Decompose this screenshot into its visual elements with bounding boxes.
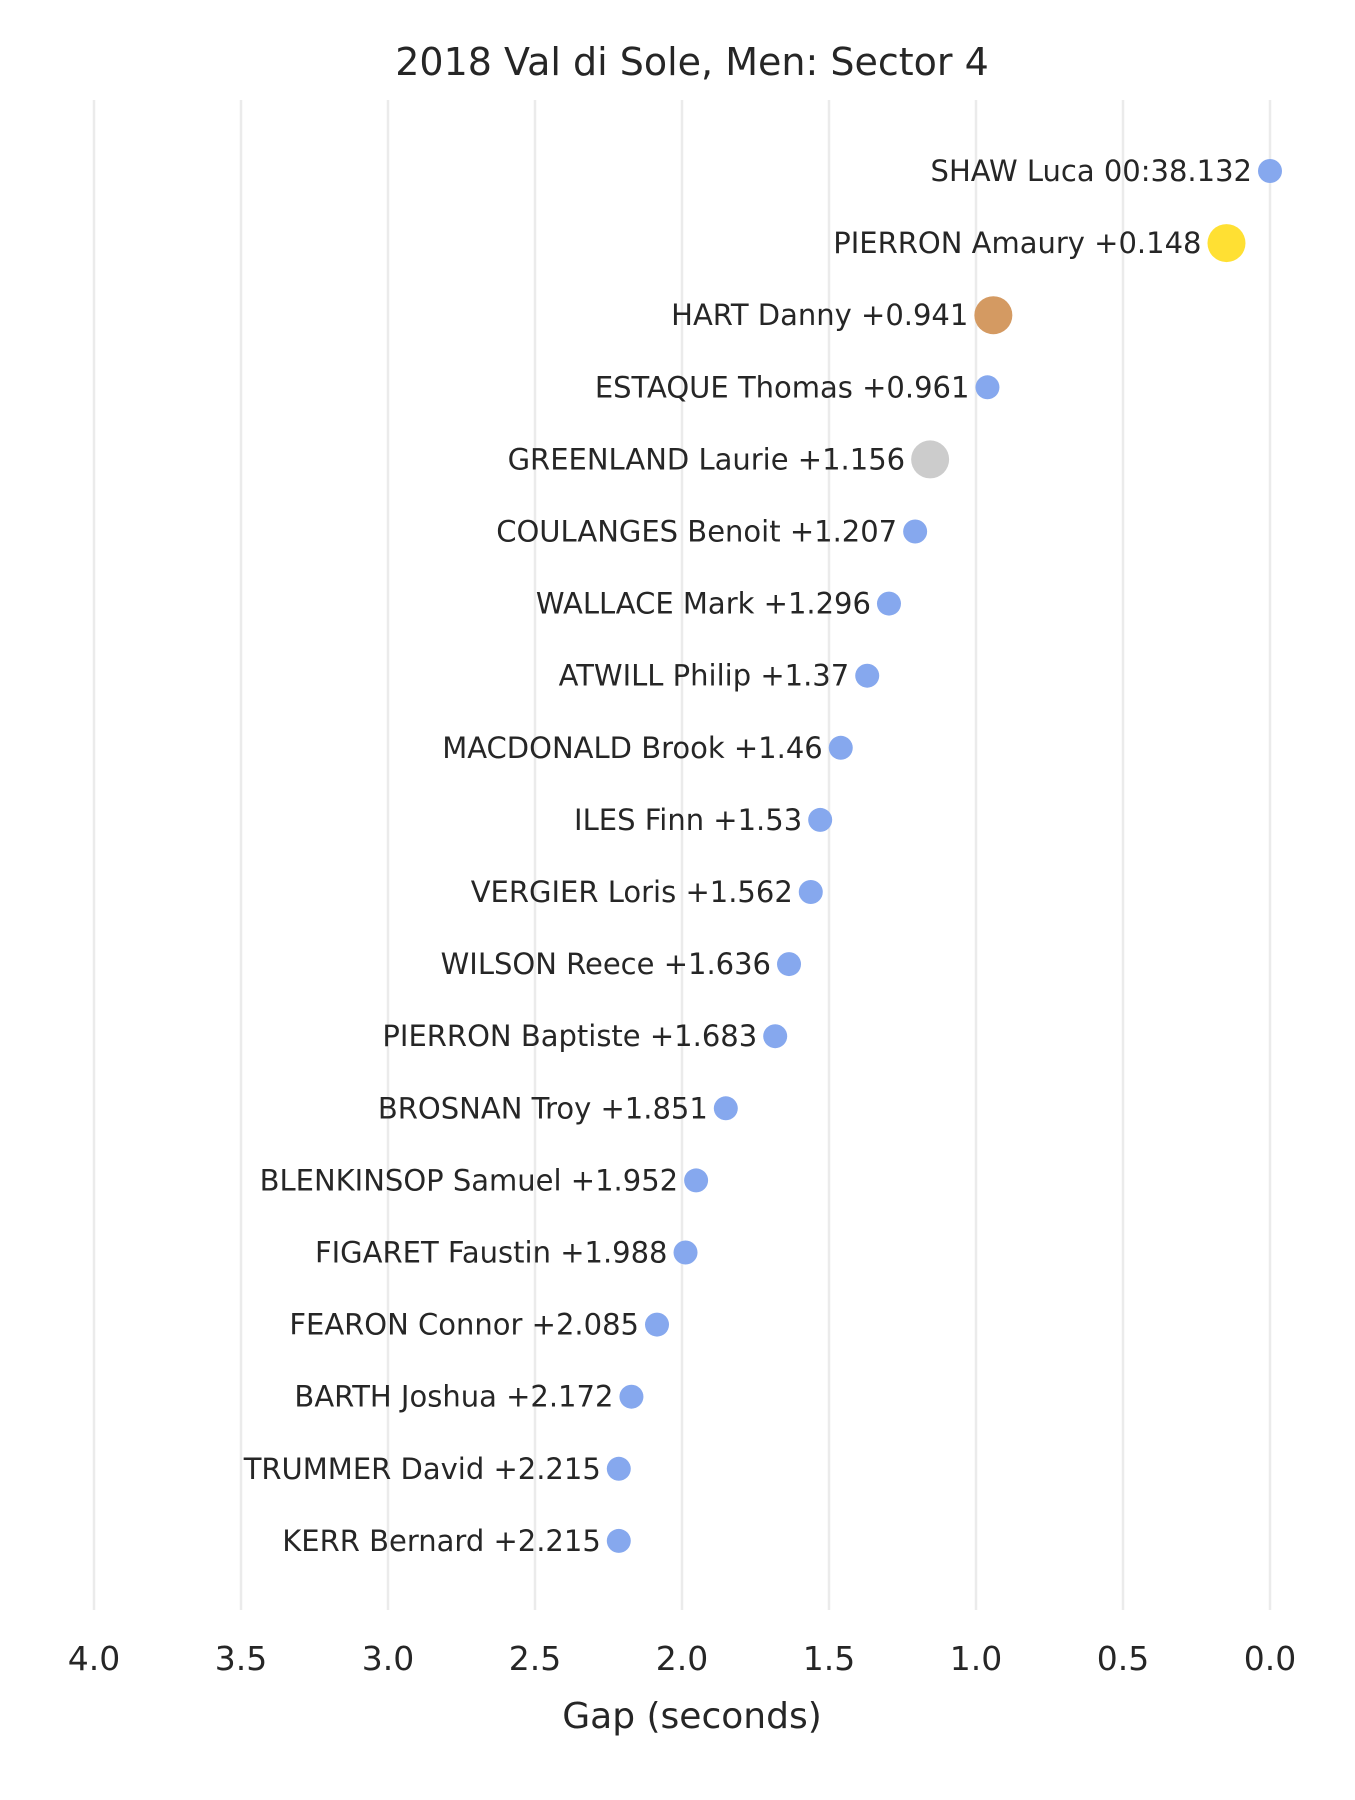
- data-label: VERGIER Loris +1.562: [471, 875, 793, 909]
- x-axis-label: Gap (seconds): [562, 1696, 822, 1737]
- chart-title: 2018 Val di Sole, Men: Sector 4: [395, 40, 989, 84]
- data-point: [619, 1384, 644, 1409]
- x-tick-labels: 4.0 3.5 3.0 2.5 2.0 1.5 1.0 0.5 0.0: [68, 1639, 1296, 1678]
- x-tick-label: 4.0: [68, 1639, 120, 1678]
- medal-point: [911, 440, 950, 479]
- x-tick-label: 2.0: [656, 1639, 708, 1678]
- x-tick-label: 0.0: [1244, 1639, 1296, 1678]
- data-label: BLENKINSOP Samuel +1.952: [260, 1163, 679, 1197]
- data-point: [975, 375, 1000, 400]
- data-label: ILES Finn +1.53: [574, 803, 802, 837]
- data-label: WALLACE Mark +1.296: [536, 587, 871, 621]
- x-tick-label: 2.5: [509, 1639, 561, 1678]
- data-label: KERR Bernard +2.215: [282, 1524, 601, 1558]
- medal-point: [1207, 224, 1246, 263]
- data-label: BROSNAN Troy +1.851: [378, 1091, 708, 1125]
- data-label: COULANGES Benoit +1.207: [496, 515, 897, 549]
- data-label: PIERRON Amaury +0.148: [833, 226, 1201, 260]
- data-point: [777, 952, 802, 977]
- data-point: [876, 591, 901, 616]
- data-label: TRUMMER David +2.215: [243, 1452, 601, 1486]
- data-point: [763, 1024, 788, 1049]
- data-label: WILSON Reece +1.636: [441, 947, 771, 981]
- data-label: GREENLAND Laurie +1.156: [508, 442, 906, 476]
- data-point: [673, 1240, 698, 1265]
- data-label: ATWILL Philip +1.37: [559, 659, 850, 693]
- data-point: [855, 663, 880, 688]
- data-point: [1258, 159, 1282, 183]
- data-point: [828, 735, 853, 760]
- data-label: FEARON Connor +2.085: [289, 1308, 639, 1342]
- x-tick-label: 1.5: [803, 1639, 855, 1678]
- data-points: SHAW Luca 00:38.132 PIERRON Amaury +0.148…: [243, 154, 1282, 1558]
- data-label: HART Danny +0.941: [671, 298, 968, 332]
- data-point: [903, 519, 928, 544]
- data-label: FIGARET Faustin +1.988: [315, 1236, 668, 1270]
- data-point: [713, 1096, 738, 1121]
- x-tick-label: 3.5: [215, 1639, 267, 1678]
- data-point: [645, 1312, 670, 1337]
- data-point: [684, 1168, 709, 1193]
- x-tick-label: 3.0: [362, 1639, 414, 1678]
- medal-point: [974, 296, 1013, 335]
- data-label: PIERRON Baptiste +1.683: [382, 1019, 757, 1053]
- x-tick-label: 0.5: [1097, 1639, 1149, 1678]
- data-point: [606, 1528, 631, 1553]
- data-label: BARTH Joshua +2.172: [294, 1380, 613, 1414]
- gap-chart: 2018 Val di Sole, Men: Sector 4 SHAW Luc…: [68, 40, 1296, 1737]
- data-point: [606, 1456, 631, 1481]
- data-point: [808, 807, 833, 832]
- data-label: SHAW Luca 00:38.132: [931, 154, 1252, 188]
- data-label: MACDONALD Brook +1.46: [442, 731, 823, 765]
- data-label: ESTAQUE Thomas +0.961: [595, 370, 970, 404]
- x-tick-label: 1.0: [950, 1639, 1002, 1678]
- data-point: [798, 880, 823, 904]
